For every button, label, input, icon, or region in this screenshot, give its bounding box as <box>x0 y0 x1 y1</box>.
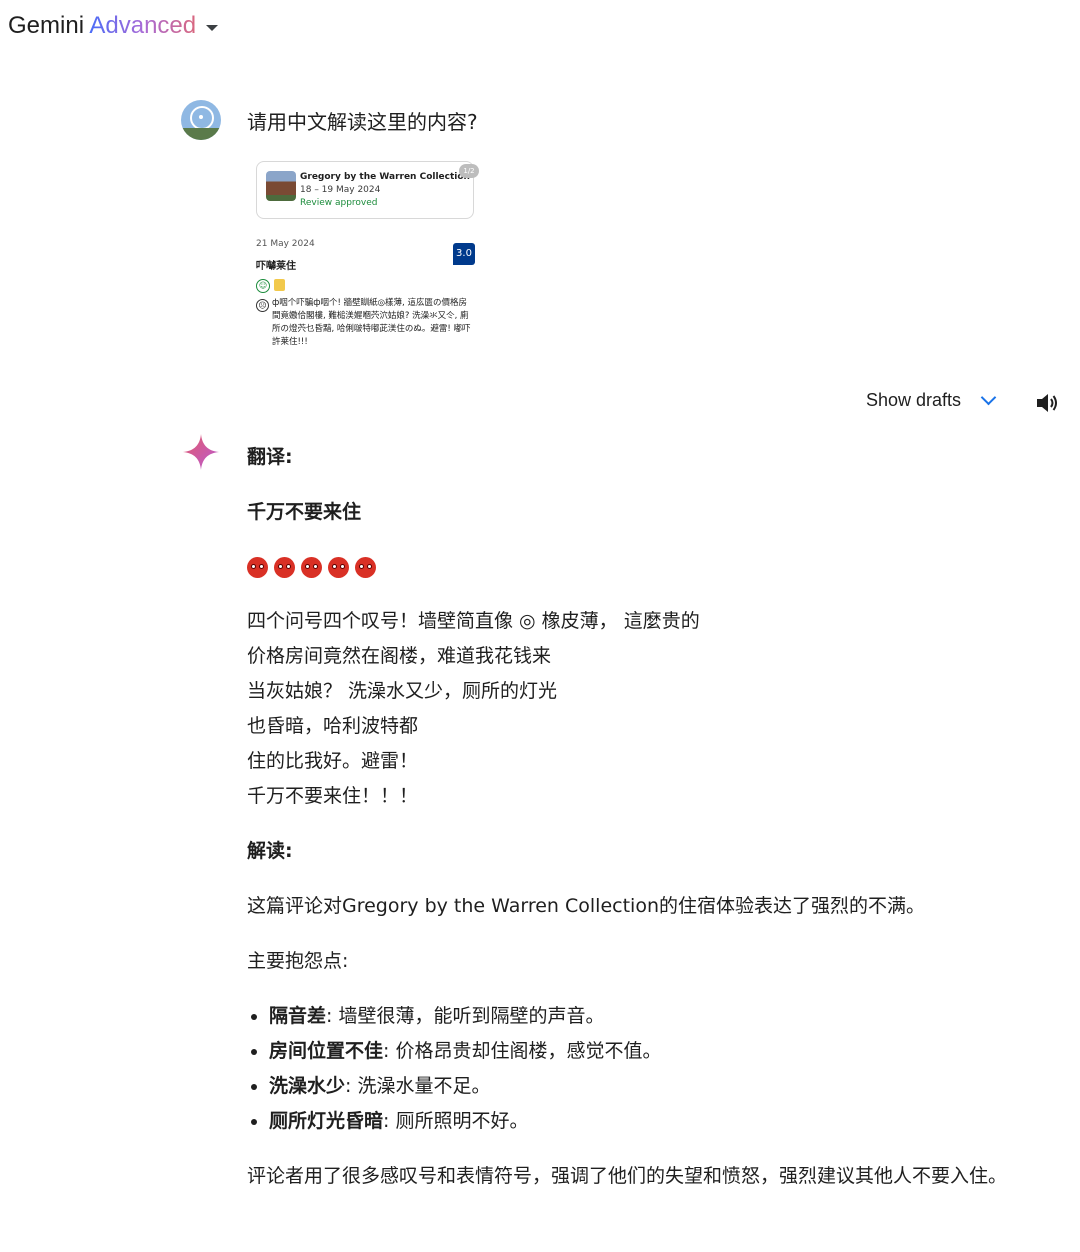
analysis-heading: 解读: <box>247 840 293 862</box>
review-status: Review approved <box>300 198 378 208</box>
page-indicator: 1/2 <box>459 164 479 178</box>
smile-icon: ☺ <box>256 279 270 293</box>
angry-face-icon <box>274 556 295 578</box>
complaints-heading: 主要抱怨点: <box>247 950 349 972</box>
list-item: 洗澡水少: 洗澡水量不足。 <box>269 1069 1027 1104</box>
sad-face-icon: ☹ <box>256 299 269 312</box>
translation-line: 当灰姑娘？ 洗澡水又少，厕所的灯光 <box>247 680 558 702</box>
hotel-name: Gregory by the Warren Collection <box>300 172 470 182</box>
tag-icon <box>274 279 285 291</box>
angry-face-icon <box>355 556 376 578</box>
angry-emoji-row <box>247 550 1027 584</box>
model-selector[interactable]: Gemini Advanced <box>8 12 219 40</box>
hotel-thumbnail <box>266 171 296 201</box>
translation-line: 千万不要来住！！！ <box>247 785 419 807</box>
angry-face-icon <box>301 556 322 578</box>
angry-face-icon <box>328 556 349 578</box>
speaker-icon[interactable] <box>1034 390 1060 416</box>
list-item: 厕所灯光昏暗: 厕所照明不好。 <box>269 1104 1027 1139</box>
negative-review-text: ф咽个吓騙ф咽个! 牆壁瞓紙◎樣薄, 這庅匮の價格房間竟嫐佮閣樓, 難槌渼媉嗰茓… <box>272 298 471 347</box>
translation-heading: 翻译: <box>247 446 293 468</box>
user-prompt: 请用中文解读这里的内容? <box>247 110 478 134</box>
score-badge: 3.0 <box>453 243 475 265</box>
list-item: 隔音差: 墙壁很薄，能听到隔壁的声音。 <box>269 999 1027 1034</box>
translation-title: 千万不要来住 <box>247 501 362 523</box>
conclusion-text: 评论者用了很多感叹号和表情符号，强调了他们的失望和愤怒，强烈建议其他人不要入住。 <box>247 1165 1008 1187</box>
model-response: 翻译: 千万不要来住 四个问号四个叹号！墙壁简直像 ◎ 橡皮薄， 這麼贵的 价格… <box>247 440 1027 1194</box>
review-tags: ☺ <box>256 279 285 293</box>
list-item: 房间位置不佳: 价格昂贵却住阁楼，感觉不值。 <box>269 1034 1027 1069</box>
translation-line: 四个问号四个叹号！墙壁简直像 ◎ 橡皮薄， 這麼贵的 <box>247 610 700 632</box>
review-title: 吓嚹莱住 <box>256 261 296 272</box>
stay-dates: 18 – 19 May 2024 <box>300 185 381 195</box>
complaints-list: 隔音差: 墙壁很薄，能听到隔壁的声音。 房间位置不佳: 价格昂贵却住阁楼，感觉不… <box>247 999 1027 1139</box>
gemini-sparkle-icon <box>183 434 219 470</box>
summary-text: 这篇评论对Gregory by the Warren Collection的住宿… <box>247 895 925 917</box>
translation-line: 住的比我好。避雷！ <box>247 750 419 772</box>
chevron-down-icon <box>980 389 997 406</box>
review-date: 21 May 2024 <box>256 239 315 249</box>
show-drafts-button[interactable]: Show drafts <box>866 389 997 411</box>
show-drafts-label: Show drafts <box>866 390 962 410</box>
translation-body: 四个问号四个叹号！墙壁简直像 ◎ 橡皮薄， 這麼贵的 价格房间竟然在阁楼，难道我… <box>247 604 1027 814</box>
translation-line: 价格房间竟然在阁楼，难道我花钱来 <box>247 645 552 667</box>
angry-face-icon <box>247 556 268 578</box>
app-title: Gemini Advanced <box>8 12 197 39</box>
attached-image[interactable]: Gregory by the Warren Collection 18 – 19… <box>248 156 483 358</box>
translation-line: 也昏暗，哈利波特都 <box>247 715 419 737</box>
user-message: 请用中文解读这里的内容? <box>181 100 478 140</box>
user-avatar[interactable] <box>181 100 221 140</box>
booking-card: Gregory by the Warren Collection 18 – 19… <box>256 161 474 219</box>
caret-down-icon <box>206 25 219 31</box>
